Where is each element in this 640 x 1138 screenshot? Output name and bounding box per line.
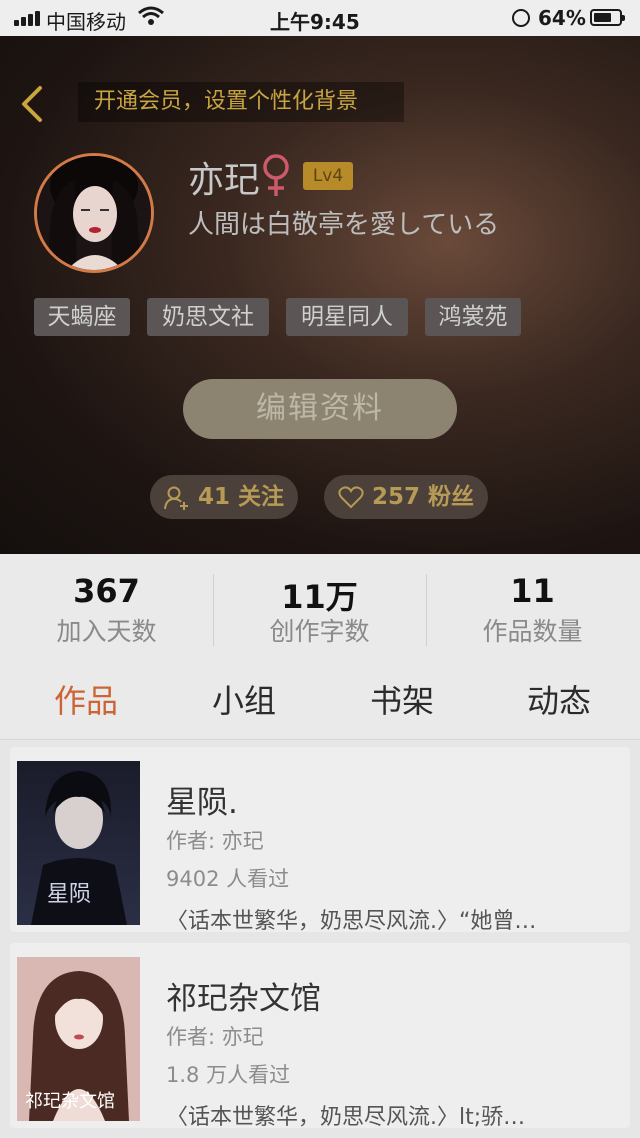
stat-join-days: 367 加入天数 [0,572,213,648]
work-title[interactable]: 星陨. [166,777,238,822]
tab-bookshelf[interactable]: 书架 [322,676,482,722]
works-list: 星陨 星陨. 作者: 亦玘 9402 人看过 〈话本世繁华，奶思尽风流.〉“她曾… [0,741,640,1138]
status-bar: 中国移动 上午9:45 64% [0,0,640,36]
clock: 上午9:45 [270,10,360,34]
fans-button[interactable]: 257 粉丝 [324,475,488,519]
tag[interactable]: 明星同人 [286,298,408,336]
female-icon [263,154,289,196]
battery-icon [590,9,625,26]
book-cover[interactable]: 祁玘杂文馆 [17,957,140,1121]
tag[interactable]: 鸿裳苑 [425,298,521,336]
level-badge: Lv4 [303,162,353,190]
heart-icon [338,486,364,509]
stat-word-count: 11万 创作字数 [213,572,426,648]
tag[interactable]: 天蝎座 [34,298,130,336]
list-item[interactable]: 祁玘杂文馆 祁玘杂文馆 作者: 亦玘 1.8 万人看过 〈话本世繁华，奶思尽风流… [10,943,630,1130]
vip-banner[interactable]: 开通会员，设置个性化背景 [78,82,404,122]
stat-value: 11 [510,572,555,610]
tab-groups[interactable]: 小组 [164,676,324,722]
work-description: 〈话本世繁华，奶思尽风流.〉“她曾… [166,909,537,934]
back-icon[interactable] [14,82,50,126]
stats-bar: 367 加入天数 11万 创作字数 11 作品数量 [0,554,640,658]
add-user-icon [164,486,188,510]
stat-label: 创作字数 [269,617,370,646]
stat-works-count: 11 作品数量 [426,572,639,648]
profile-header: 开通会员，设置个性化背景 亦玘 Lv4 人間は白敬亭を愛している 天蝎座 奶思文… [0,36,640,554]
username: 亦玘 [188,160,261,201]
stat-value: 367 [73,572,140,610]
wifi-icon [138,6,164,25]
edit-profile-button[interactable]: 编辑资料 [183,379,457,439]
avatar[interactable] [34,153,154,273]
work-views: 1.8 万人看过 [166,1063,291,1087]
cover-title: 星陨 [47,882,91,907]
work-views: 9402 人看过 [166,867,290,891]
rotation-lock-icon [512,9,530,27]
fans-count: 257 粉丝 [372,484,475,510]
tag[interactable]: 奶思文社 [147,298,269,336]
work-author: 作者: 亦玘 [166,1025,264,1049]
cover-title: 祁玘杂文馆 [25,1091,115,1112]
following-button[interactable]: 41 关注 [150,475,298,519]
stat-value: 11万 [281,578,358,616]
stat-label: 加入天数 [56,617,157,646]
work-description: 〈话本世繁华，奶思尽风流.〉lt;骄… [166,1105,526,1130]
user-bio: 人間は白敬亭を愛している [188,210,500,240]
work-author: 作者: 亦玘 [166,829,264,853]
tab-works[interactable]: 作品 [6,676,166,722]
battery-percentage: 64% [538,6,586,30]
work-title[interactable]: 祁玘杂文馆 [166,973,321,1018]
tab-activity[interactable]: 动态 [479,676,639,722]
following-count: 41 关注 [198,484,285,510]
carrier-label: 中国移动 [46,10,126,34]
tab-bar: 作品 小组 书架 动态 [0,658,640,740]
book-cover[interactable]: 星陨 [17,761,140,925]
signal-icon [14,10,42,26]
list-item[interactable]: 星陨 星陨. 作者: 亦玘 9402 人看过 〈话本世繁华，奶思尽风流.〉“她曾… [10,747,630,934]
stat-label: 作品数量 [482,617,583,646]
